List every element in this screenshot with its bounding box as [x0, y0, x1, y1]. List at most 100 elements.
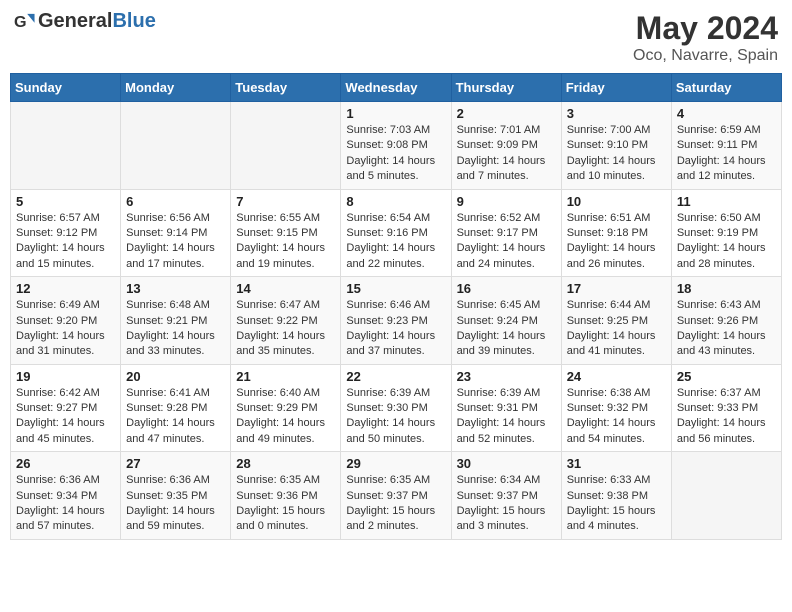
col-tuesday: Tuesday	[231, 74, 341, 102]
month-title: May 2024	[633, 10, 778, 47]
day-number: 21	[236, 369, 335, 384]
day-number: 23	[457, 369, 556, 384]
calendar-cell: 19Sunrise: 6:42 AM Sunset: 9:27 PM Dayli…	[11, 364, 121, 452]
title-area: May 2024 Oco, Navarre, Spain	[633, 10, 778, 65]
calendar-cell: 18 Sunrise: 6:43 AM Sunset: 9:26 PM Dayli…	[671, 277, 781, 365]
calendar-cell: 1 Sunrise: 7:03 AM Sunset: 9:08 PM Daylig…	[341, 102, 451, 190]
day-info: Sunrise: 6:51 AM Sunset: 9:18 PM Dayligh…	[567, 211, 666, 273]
col-saturday: Saturday	[671, 74, 781, 102]
day-number: 13	[126, 281, 225, 296]
day-number: 18	[677, 281, 776, 296]
col-thursday: Thursday	[451, 74, 561, 102]
calendar-cell: 5 Sunrise: 6:57 AM Sunset: 9:12 PM Daylig…	[11, 189, 121, 277]
day-number: 11	[677, 194, 776, 209]
calendar-cell: 31 Sunrise: 6:33 AM Sunset: 9:38 PM Dayli…	[561, 452, 671, 540]
calendar-cell: 13 Sunrise: 6:48 AM Sunset: 9:21 PM Dayli…	[121, 277, 231, 365]
calendar-cell: 14 Sunrise: 6:47 AM Sunset: 9:22 PM Dayli…	[231, 277, 341, 365]
day-info: Sunrise: 6:37 AM Sunset: 9:33 PM Dayligh…	[677, 386, 776, 448]
day-number: 19	[16, 369, 115, 384]
page-header: G GeneralBlue May 2024 Oco, Navarre, Spa…	[10, 10, 782, 65]
calendar-cell: 3Sunrise: 7:00 AM Sunset: 9:10 PM Daylig…	[561, 102, 671, 190]
day-info: Sunrise: 6:55 AM Sunset: 9:15 PM Dayligh…	[236, 211, 335, 273]
calendar-week-row: 12Sunrise: 6:49 AM Sunset: 9:20 PM Dayli…	[11, 277, 782, 365]
day-number: 31	[567, 456, 666, 471]
calendar-cell: 22Sunrise: 6:39 AM Sunset: 9:30 PM Dayli…	[341, 364, 451, 452]
day-info: Sunrise: 6:49 AM Sunset: 9:20 PM Dayligh…	[16, 298, 115, 360]
day-info: Sunrise: 7:03 AM Sunset: 9:08 PM Dayligh…	[346, 123, 445, 185]
day-number: 28	[236, 456, 335, 471]
day-number: 10	[567, 194, 666, 209]
calendar-week-row: 26Sunrise: 6:36 AM Sunset: 9:34 PM Dayli…	[11, 452, 782, 540]
col-monday: Monday	[121, 74, 231, 102]
svg-text:G: G	[14, 13, 27, 31]
calendar-cell: 25Sunrise: 6:37 AM Sunset: 9:33 PM Dayli…	[671, 364, 781, 452]
calendar-cell: 6 Sunrise: 6:56 AM Sunset: 9:14 PM Daylig…	[121, 189, 231, 277]
col-sunday: Sunday	[11, 74, 121, 102]
day-info: Sunrise: 6:38 AM Sunset: 9:32 PM Dayligh…	[567, 386, 666, 448]
calendar-table: Sunday Monday Tuesday Wednesday Thursday…	[10, 73, 782, 540]
calendar-week-row: 19Sunrise: 6:42 AM Sunset: 9:27 PM Dayli…	[11, 364, 782, 452]
day-number: 6	[126, 194, 225, 209]
col-wednesday: Wednesday	[341, 74, 451, 102]
day-info: Sunrise: 6:48 AM Sunset: 9:21 PM Dayligh…	[126, 298, 225, 360]
day-info: Sunrise: 6:52 AM Sunset: 9:17 PM Dayligh…	[457, 211, 556, 273]
day-number: 2	[457, 106, 556, 121]
day-number: 8	[346, 194, 445, 209]
calendar-cell: 12Sunrise: 6:49 AM Sunset: 9:20 PM Dayli…	[11, 277, 121, 365]
calendar-cell: 28Sunrise: 6:35 AM Sunset: 9:36 PM Dayli…	[231, 452, 341, 540]
day-number: 26	[16, 456, 115, 471]
day-number: 5	[16, 194, 115, 209]
day-info: Sunrise: 6:59 AM Sunset: 9:11 PM Dayligh…	[677, 123, 776, 185]
day-number: 3	[567, 106, 666, 121]
logo-blue: Blue	[112, 10, 155, 32]
day-info: Sunrise: 6:44 AM Sunset: 9:25 PM Dayligh…	[567, 298, 666, 360]
day-info: Sunrise: 6:35 AM Sunset: 9:37 PM Dayligh…	[346, 473, 445, 535]
day-number: 7	[236, 194, 335, 209]
calendar-cell: 26Sunrise: 6:36 AM Sunset: 9:34 PM Dayli…	[11, 452, 121, 540]
day-number: 1	[346, 106, 445, 121]
day-number: 30	[457, 456, 556, 471]
day-info: Sunrise: 6:45 AM Sunset: 9:24 PM Dayligh…	[457, 298, 556, 360]
calendar-week-row: 5 Sunrise: 6:57 AM Sunset: 9:12 PM Daylig…	[11, 189, 782, 277]
calendar-cell: 7 Sunrise: 6:55 AM Sunset: 9:15 PM Daylig…	[231, 189, 341, 277]
day-info: Sunrise: 6:36 AM Sunset: 9:35 PM Dayligh…	[126, 473, 225, 535]
calendar-cell: 4Sunrise: 6:59 AM Sunset: 9:11 PM Daylig…	[671, 102, 781, 190]
day-info: Sunrise: 6:56 AM Sunset: 9:14 PM Dayligh…	[126, 211, 225, 273]
logo-text: GeneralBlue	[38, 10, 156, 33]
calendar-cell: 30Sunrise: 6:34 AM Sunset: 9:37 PM Dayli…	[451, 452, 561, 540]
day-number: 15	[346, 281, 445, 296]
day-info: Sunrise: 6:33 AM Sunset: 9:38 PM Dayligh…	[567, 473, 666, 535]
day-info: Sunrise: 6:54 AM Sunset: 9:16 PM Dayligh…	[346, 211, 445, 273]
calendar-cell: 8 Sunrise: 6:54 AM Sunset: 9:16 PM Daylig…	[341, 189, 451, 277]
day-info: Sunrise: 6:43 AM Sunset: 9:26 PM Dayligh…	[677, 298, 776, 360]
day-number: 16	[457, 281, 556, 296]
location-title: Oco, Navarre, Spain	[633, 47, 778, 65]
day-info: Sunrise: 6:39 AM Sunset: 9:31 PM Dayligh…	[457, 386, 556, 448]
day-info: Sunrise: 6:47 AM Sunset: 9:22 PM Dayligh…	[236, 298, 335, 360]
calendar-cell: 21 Sunrise: 6:40 AM Sunset: 9:29 PM Dayli…	[231, 364, 341, 452]
logo-general: General	[38, 10, 112, 32]
calendar-cell	[11, 102, 121, 190]
day-number: 9	[457, 194, 556, 209]
calendar-cell	[231, 102, 341, 190]
day-info: Sunrise: 6:57 AM Sunset: 9:12 PM Dayligh…	[16, 211, 115, 273]
calendar-cell: 15Sunrise: 6:46 AM Sunset: 9:23 PM Dayli…	[341, 277, 451, 365]
calendar-cell: 2Sunrise: 7:01 AM Sunset: 9:09 PM Daylig…	[451, 102, 561, 190]
calendar-cell: 9 Sunrise: 6:52 AM Sunset: 9:17 PM Daylig…	[451, 189, 561, 277]
day-info: Sunrise: 6:41 AM Sunset: 9:28 PM Dayligh…	[126, 386, 225, 448]
day-number: 22	[346, 369, 445, 384]
day-number: 27	[126, 456, 225, 471]
calendar-cell: 24Sunrise: 6:38 AM Sunset: 9:32 PM Dayli…	[561, 364, 671, 452]
calendar-cell: 17Sunrise: 6:44 AM Sunset: 9:25 PM Dayli…	[561, 277, 671, 365]
calendar-cell: 16 Sunrise: 6:45 AM Sunset: 9:24 PM Dayli…	[451, 277, 561, 365]
calendar-cell: 27 Sunrise: 6:36 AM Sunset: 9:35 PM Dayli…	[121, 452, 231, 540]
col-friday: Friday	[561, 74, 671, 102]
day-number: 20	[126, 369, 225, 384]
calendar-body: 1 Sunrise: 7:03 AM Sunset: 9:08 PM Daylig…	[11, 102, 782, 540]
calendar-cell: 23 Sunrise: 6:39 AM Sunset: 9:31 PM Dayli…	[451, 364, 561, 452]
day-info: Sunrise: 6:40 AM Sunset: 9:29 PM Dayligh…	[236, 386, 335, 448]
day-info: Sunrise: 6:50 AM Sunset: 9:19 PM Dayligh…	[677, 211, 776, 273]
calendar-cell: 11 Sunrise: 6:50 AM Sunset: 9:19 PM Dayli…	[671, 189, 781, 277]
logo-icon: G	[14, 11, 36, 33]
day-number: 14	[236, 281, 335, 296]
